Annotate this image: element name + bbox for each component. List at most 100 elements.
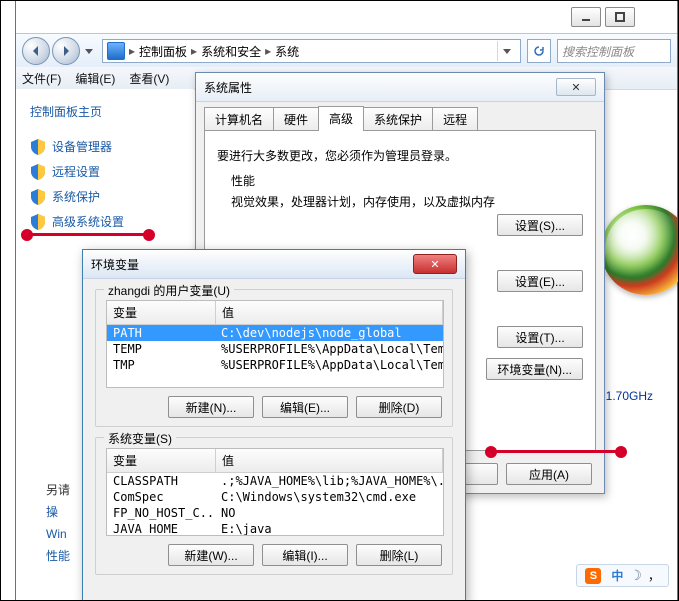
perf-settings-button[interactable]: 设置(S)... bbox=[497, 214, 583, 236]
breadcrumb-dropdown[interactable] bbox=[497, 41, 516, 61]
cell-val: C:\dev\nodejs\node_global bbox=[215, 325, 443, 341]
maximize-button[interactable] bbox=[605, 7, 635, 27]
table-row[interactable]: CLASSPATH.;%JAVA_HOME%\lib;%JAVA_HOME%\.… bbox=[107, 473, 443, 489]
window-controls bbox=[571, 7, 669, 27]
moon-icon: ☽ bbox=[629, 567, 642, 584]
shield-icon bbox=[30, 189, 46, 205]
user-vars-group: zhangdi 的用户变量(U) 变量 值 PATHC:\dev\nodejs\… bbox=[95, 289, 453, 427]
table-row[interactable]: JAVA_HOMEE:\java bbox=[107, 521, 443, 536]
ime-tray[interactable]: S 中 ☽ ， bbox=[576, 564, 669, 587]
minimize-button[interactable] bbox=[571, 7, 601, 27]
table-row[interactable]: PATHC:\dev\nodejs\node_global bbox=[107, 325, 443, 341]
tab-advanced[interactable]: 高级 bbox=[318, 106, 364, 131]
control-panel-home-link[interactable]: 控制面板主页 bbox=[30, 103, 188, 120]
cell-val: .;%JAVA_HOME%\lib;%JAVA_HOME%\... bbox=[215, 473, 443, 489]
tab-hardware[interactable]: 硬件 bbox=[273, 107, 319, 131]
menu-file[interactable]: 文件(F) bbox=[22, 70, 61, 87]
apply-button[interactable]: 应用(A) bbox=[506, 463, 592, 485]
userprofile-settings-button[interactable]: 设置(E)... bbox=[497, 270, 583, 292]
comma-icon: ， bbox=[648, 567, 660, 584]
cpu-freq-value: 1.70GHz bbox=[606, 389, 653, 403]
cell-var: TEMP bbox=[107, 341, 215, 357]
crumb-control-panel[interactable]: 控制面板 bbox=[139, 43, 187, 60]
windows-logo-icon bbox=[601, 205, 679, 295]
tab-system-protection[interactable]: 系统保护 bbox=[363, 107, 433, 131]
link-partial-2[interactable]: Win bbox=[46, 523, 78, 545]
user-vars-table[interactable]: 变量 值 PATHC:\dev\nodejs\node_globalTEMP%U… bbox=[106, 300, 444, 388]
computer-icon bbox=[107, 42, 125, 60]
sys-edit-button[interactable]: 编辑(I)... bbox=[262, 544, 348, 566]
perf-heading: 性能 bbox=[231, 172, 583, 189]
close-button[interactable]: ✕ bbox=[556, 78, 596, 96]
table-row[interactable]: TEMP%USERPROFILE%\AppData\Local\Temp bbox=[107, 341, 443, 357]
cell-var: FP_NO_HOST_C... bbox=[107, 505, 215, 521]
annotation-dot-icon bbox=[143, 229, 155, 241]
dialog-titlebar[interactable]: 系统属性 ✕ bbox=[196, 73, 604, 102]
admin-note: 要进行大多数更改，您必须作为管理员登录。 bbox=[217, 147, 583, 164]
close-button[interactable]: ✕ bbox=[413, 254, 457, 274]
annotation-dot-icon bbox=[615, 446, 627, 458]
environment-variables-button[interactable]: 环境变量(N)... bbox=[486, 358, 583, 380]
table-row[interactable]: TMP%USERPROFILE%\AppData\Local\Temp bbox=[107, 357, 443, 373]
cell-val: C:\Windows\system32\cmd.exe bbox=[215, 489, 443, 505]
crumb-system-security[interactable]: 系统和安全 bbox=[201, 43, 261, 60]
col-variable[interactable]: 变量 bbox=[107, 301, 216, 324]
sidebar-item-2[interactable]: 系统保护 bbox=[30, 188, 188, 205]
address-bar: ▸ 控制面板 ▸ 系统和安全 ▸ 系统 搜索控制面板 bbox=[16, 33, 677, 69]
history-dropdown[interactable] bbox=[82, 44, 96, 58]
see-also-label: 另请 bbox=[46, 483, 70, 497]
table-row[interactable]: FP_NO_HOST_C...NO bbox=[107, 505, 443, 521]
user-delete-button[interactable]: 删除(D) bbox=[356, 396, 442, 418]
annotation-line-icon bbox=[27, 233, 149, 236]
user-edit-button[interactable]: 编辑(E)... bbox=[262, 396, 348, 418]
perf-desc: 视觉效果，处理器计划，内存使用，以及虚拟内存 bbox=[231, 193, 583, 210]
shield-icon bbox=[30, 139, 46, 155]
table-row[interactable]: ComSpecC:\Windows\system32\cmd.exe bbox=[107, 489, 443, 505]
shield-icon bbox=[30, 164, 46, 180]
sogou-icon: S bbox=[585, 568, 601, 584]
sys-new-button[interactable]: 新建(W)... bbox=[168, 544, 254, 566]
cell-val: %USERPROFILE%\AppData\Local\Temp bbox=[215, 357, 443, 373]
sys-delete-button[interactable]: 删除(L) bbox=[356, 544, 442, 566]
col-value[interactable]: 值 bbox=[216, 449, 443, 472]
breadcrumb[interactable]: ▸ 控制面板 ▸ 系统和安全 ▸ 系统 bbox=[102, 39, 521, 63]
sidebar-item-0[interactable]: 设备管理器 bbox=[30, 138, 188, 155]
tab-computer-name[interactable]: 计算机名 bbox=[204, 107, 274, 131]
sidebar-item-3[interactable]: 高级系统设置 bbox=[30, 213, 188, 230]
system-vars-group: 系统变量(S) 变量 值 CLASSPATH.;%JAVA_HOME%\lib;… bbox=[95, 437, 453, 575]
menu-view[interactable]: 查看(V) bbox=[129, 70, 169, 87]
sidebar-item-label: 设备管理器 bbox=[52, 138, 112, 155]
col-variable[interactable]: 变量 bbox=[107, 449, 216, 472]
dialog-titlebar[interactable]: 环境变量 ✕ bbox=[83, 250, 465, 279]
chevron-right-icon: ▸ bbox=[191, 44, 197, 58]
tab-strip: 计算机名 硬件 高级 系统保护 远程 bbox=[204, 109, 596, 131]
tab-remote[interactable]: 远程 bbox=[432, 107, 478, 131]
sidebar-item-1[interactable]: 远程设置 bbox=[30, 163, 188, 180]
chevron-right-icon: ▸ bbox=[265, 44, 271, 58]
search-input[interactable]: 搜索控制面板 bbox=[557, 39, 671, 63]
dialog-title: 环境变量 bbox=[91, 256, 139, 273]
sidebar-item-label: 远程设置 bbox=[52, 163, 100, 180]
startup-settings-button[interactable]: 设置(T)... bbox=[497, 326, 583, 348]
forward-button[interactable] bbox=[52, 37, 80, 65]
sidebar-item-label: 高级系统设置 bbox=[52, 213, 124, 230]
menu-edit[interactable]: 编辑(E) bbox=[75, 70, 115, 87]
chevron-right-icon: ▸ bbox=[129, 44, 135, 58]
col-value[interactable]: 值 bbox=[216, 301, 443, 324]
sidebar-item-label: 系统保护 bbox=[52, 188, 100, 205]
system-vars-table[interactable]: 变量 值 CLASSPATH.;%JAVA_HOME%\lib;%JAVA_HO… bbox=[106, 448, 444, 536]
user-new-button[interactable]: 新建(N)... bbox=[168, 396, 254, 418]
annotation-line-icon bbox=[491, 450, 619, 453]
search-placeholder: 搜索控制面板 bbox=[562, 43, 634, 60]
cell-val: NO bbox=[215, 505, 443, 521]
back-button[interactable] bbox=[22, 37, 50, 65]
link-partial-3[interactable]: 性能 bbox=[46, 545, 78, 567]
shield-icon bbox=[30, 214, 46, 230]
cell-var: ComSpec bbox=[107, 489, 215, 505]
cell-var: JAVA_HOME bbox=[107, 521, 215, 536]
crumb-system[interactable]: 系统 bbox=[275, 43, 299, 60]
refresh-button[interactable] bbox=[527, 39, 551, 63]
link-partial-1[interactable]: 操 bbox=[46, 501, 78, 523]
cell-var: TMP bbox=[107, 357, 215, 373]
system-vars-label: 系统变量(S) bbox=[104, 430, 176, 447]
